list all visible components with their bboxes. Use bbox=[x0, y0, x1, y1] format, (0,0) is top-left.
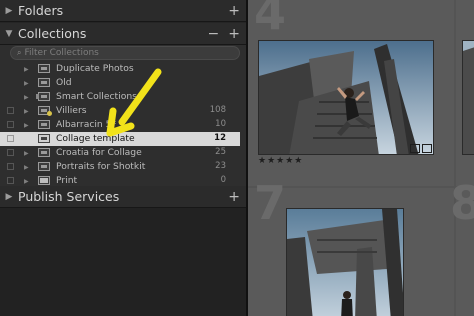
collection-label: Villiers bbox=[56, 105, 87, 116]
partial-photo bbox=[463, 41, 474, 154]
expand-triangle-icon[interactable]: ▶ bbox=[0, 192, 18, 202]
disclosure-triangle-icon[interactable]: ▶ bbox=[24, 66, 29, 73]
cell-index: 7 bbox=[254, 176, 287, 230]
collection-count: 12 bbox=[214, 133, 226, 143]
cell-index: 8 bbox=[450, 176, 474, 230]
library-grid: 4 ★★★★★ 7 8 bbox=[248, 0, 474, 316]
folders-title: Folders bbox=[18, 3, 64, 18]
publish-services-body bbox=[0, 208, 246, 316]
target-checkbox[interactable] bbox=[7, 107, 14, 114]
add-folder-button[interactable]: + bbox=[228, 3, 240, 19]
expand-triangle-icon[interactable]: ▶ bbox=[0, 6, 18, 16]
left-panel: ▶ Folders + ▼ Collections − + ⌕ Filter C… bbox=[0, 0, 246, 316]
smart-collection-set-icon bbox=[36, 92, 50, 101]
collection-row-duplicate-photos[interactable]: ▶ Duplicate Photos bbox=[0, 62, 240, 76]
photo-thumbnail[interactable] bbox=[258, 40, 434, 155]
disclosure-triangle-icon[interactable]: ▶ bbox=[24, 94, 29, 101]
collection-row-collage-template[interactable]: Collage template 12 bbox=[0, 132, 240, 146]
develop-settings-badge-icon bbox=[410, 144, 420, 153]
collections-list: ⌕ Filter Collections ▶ Duplicate Photos … bbox=[0, 45, 246, 186]
collection-count: 10 bbox=[215, 119, 226, 129]
publish-services-panel-header[interactable]: ▶ Publish Services + bbox=[0, 186, 246, 208]
collection-icon bbox=[38, 162, 50, 171]
photo-thumbnail[interactable] bbox=[286, 208, 404, 316]
collection-label: Collage template bbox=[56, 133, 135, 144]
collapse-triangle-icon[interactable]: ▼ bbox=[0, 29, 18, 39]
collection-label: Duplicate Photos bbox=[56, 63, 134, 74]
grid-cell[interactable]: 8 bbox=[450, 176, 474, 316]
collection-row-smart-collections[interactable]: ▶ Smart Collections bbox=[0, 90, 240, 104]
collection-icon bbox=[38, 148, 50, 157]
photo-thumbnail[interactable] bbox=[462, 40, 474, 155]
climber-photo bbox=[259, 41, 433, 154]
collection-count: 23 bbox=[215, 161, 226, 171]
grid-cell[interactable]: 4 ★★★★★ bbox=[248, 0, 454, 186]
disclosure-triangle-icon[interactable]: ▶ bbox=[24, 80, 29, 87]
collection-icon bbox=[38, 134, 50, 143]
collection-icon bbox=[38, 106, 52, 116]
disclosure-triangle-icon[interactable]: ▶ bbox=[24, 108, 29, 115]
collection-row-albarracin[interactable]: ▶ Albarracin 5* 10 bbox=[0, 118, 240, 132]
collection-row-croatia[interactable]: ▶ Croatia for Collage 25 bbox=[0, 146, 240, 160]
grid-cell[interactable]: 7 bbox=[248, 176, 454, 316]
grid-cell[interactable] bbox=[456, 0, 474, 186]
collection-icon bbox=[38, 120, 50, 129]
publish-services-title: Publish Services bbox=[18, 189, 120, 204]
collection-count: 0 bbox=[220, 175, 226, 185]
star-rating[interactable]: ★★★★★ bbox=[258, 156, 303, 166]
target-checkbox[interactable] bbox=[7, 163, 14, 170]
collection-row-old[interactable]: ▶ Old bbox=[0, 76, 240, 90]
collection-set-icon bbox=[38, 78, 50, 87]
filter-collections-input[interactable]: ⌕ Filter Collections bbox=[10, 46, 240, 60]
target-checkbox[interactable] bbox=[7, 121, 14, 128]
collection-count: 108 bbox=[209, 105, 226, 115]
target-checkbox[interactable] bbox=[7, 177, 14, 184]
disclosure-triangle-icon[interactable]: ▶ bbox=[24, 150, 29, 157]
collection-row-portraits[interactable]: ▶ Portraits for Shotkit 23 bbox=[0, 160, 240, 174]
climber-photo-portrait bbox=[287, 209, 403, 316]
crop-badge-icon bbox=[422, 144, 432, 153]
collection-set-icon bbox=[38, 64, 50, 73]
add-collection-button[interactable]: + bbox=[228, 26, 240, 42]
collection-row-villiers[interactable]: ▶ Villiers 108 bbox=[0, 104, 240, 118]
collection-label: Croatia for Collage bbox=[56, 147, 142, 158]
remove-collection-button[interactable]: − bbox=[208, 26, 220, 42]
disclosure-triangle-icon[interactable]: ▶ bbox=[24, 178, 29, 185]
print-icon bbox=[38, 176, 50, 185]
folders-panel-header[interactable]: ▶ Folders + bbox=[0, 0, 246, 22]
collection-count: 25 bbox=[215, 147, 226, 157]
target-checkbox[interactable] bbox=[7, 149, 14, 156]
disclosure-triangle-icon[interactable]: ▶ bbox=[24, 164, 29, 171]
target-checkbox[interactable] bbox=[7, 135, 14, 142]
filter-placeholder: Filter Collections bbox=[24, 48, 99, 58]
collection-label: Print bbox=[56, 175, 78, 186]
add-publish-service-button[interactable]: + bbox=[228, 189, 240, 205]
search-icon: ⌕ bbox=[17, 48, 22, 57]
disclosure-triangle-icon[interactable]: ▶ bbox=[24, 122, 29, 129]
collections-title: Collections bbox=[18, 26, 87, 41]
collection-label: Smart Collections bbox=[56, 91, 137, 102]
collection-label: Portraits for Shotkit bbox=[56, 161, 146, 172]
collection-label: Albarracin 5* bbox=[56, 119, 117, 130]
collections-panel-header[interactable]: ▼ Collections − + bbox=[0, 23, 246, 45]
cell-index: 4 bbox=[254, 0, 287, 40]
collection-label: Old bbox=[56, 77, 72, 88]
